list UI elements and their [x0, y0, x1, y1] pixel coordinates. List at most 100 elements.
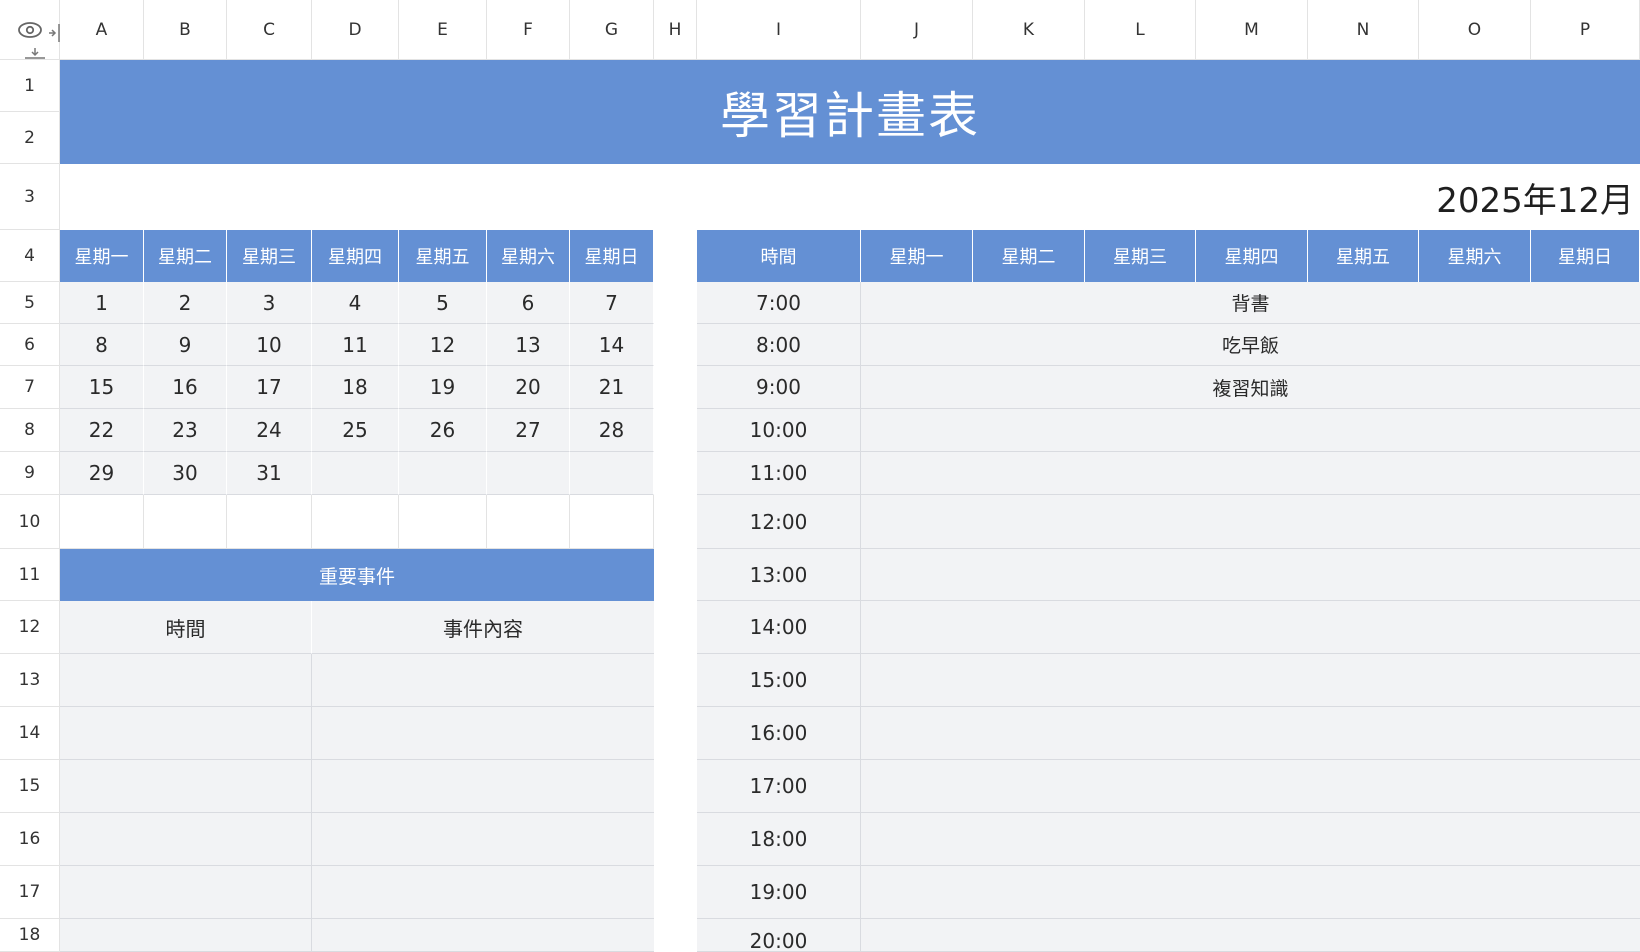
calendar-day-cell[interactable]: 3 — [227, 282, 312, 324]
column-header-h[interactable]: H — [654, 0, 697, 60]
schedule-activity-cell[interactable]: 複習知識 — [861, 366, 1640, 409]
calendar-day-cell[interactable]: 6 — [487, 282, 570, 324]
column-header-p[interactable]: P — [1531, 0, 1640, 60]
row-header-3[interactable]: 3 — [0, 164, 60, 230]
events-content-cell[interactable] — [312, 919, 654, 952]
column-header-i[interactable]: I — [697, 0, 861, 60]
schedule-weekday-header[interactable]: 星期四 — [1196, 230, 1308, 282]
calendar-day-cell[interactable]: 12 — [399, 324, 487, 366]
schedule-activity-cell[interactable] — [861, 813, 1640, 866]
schedule-time-cell[interactable]: 11:00 — [697, 452, 861, 495]
calendar-blank-cell[interactable] — [60, 495, 144, 549]
schedule-time-cell[interactable]: 19:00 — [697, 866, 861, 919]
calendar-blank-cell[interactable] — [570, 495, 654, 549]
schedule-time-cell[interactable]: 12:00 — [697, 495, 861, 549]
schedule-activity-cell[interactable] — [861, 760, 1640, 813]
row-header-1[interactable]: 1 — [0, 60, 60, 112]
row-header-18[interactable]: 18 — [0, 919, 60, 952]
schedule-time-cell[interactable]: 18:00 — [697, 813, 861, 866]
schedule-time-header[interactable]: 時間 — [697, 230, 861, 282]
column-header-f[interactable]: F — [487, 0, 570, 60]
calendar-day-cell[interactable] — [487, 452, 570, 495]
events-title[interactable]: 重要事件 — [60, 549, 654, 601]
schedule-activity-cell[interactable] — [861, 495, 1640, 549]
schedule-time-cell[interactable]: 16:00 — [697, 707, 861, 760]
events-time-header[interactable]: 時間 — [60, 601, 312, 654]
calendar-day-cell[interactable]: 15 — [60, 366, 144, 409]
schedule-activity-cell[interactable] — [861, 601, 1640, 654]
schedule-time-cell[interactable]: 8:00 — [697, 324, 861, 366]
column-header-e[interactable]: E — [399, 0, 487, 60]
calendar-day-cell[interactable]: 4 — [312, 282, 399, 324]
calendar-day-cell[interactable]: 30 — [144, 452, 227, 495]
calendar-day-cell[interactable]: 8 — [60, 324, 144, 366]
events-content-cell[interactable] — [312, 760, 654, 813]
calendar-weekday-header[interactable]: 星期三 — [227, 230, 312, 282]
calendar-day-cell[interactable]: 23 — [144, 409, 227, 452]
row-header-12[interactable]: 12 — [0, 601, 60, 654]
calendar-blank-cell[interactable] — [312, 495, 399, 549]
events-time-cell[interactable] — [60, 866, 312, 919]
schedule-time-cell[interactable]: 15:00 — [697, 654, 861, 707]
calendar-day-cell[interactable]: 14 — [570, 324, 654, 366]
schedule-activity-cell[interactable] — [861, 866, 1640, 919]
calendar-day-cell[interactable]: 9 — [144, 324, 227, 366]
calendar-day-cell[interactable]: 1 — [60, 282, 144, 324]
calendar-day-cell[interactable]: 25 — [312, 409, 399, 452]
calendar-day-cell[interactable] — [312, 452, 399, 495]
row-header-9[interactable]: 9 — [0, 452, 60, 495]
calendar-blank-cell[interactable] — [144, 495, 227, 549]
calendar-weekday-header[interactable]: 星期五 — [399, 230, 487, 282]
events-time-cell[interactable] — [60, 813, 312, 866]
row-header-16[interactable]: 16 — [0, 813, 60, 866]
schedule-time-cell[interactable]: 10:00 — [697, 409, 861, 452]
calendar-day-cell[interactable]: 24 — [227, 409, 312, 452]
row-header-5[interactable]: 5 — [0, 282, 60, 324]
calendar-day-cell[interactable]: 17 — [227, 366, 312, 409]
calendar-day-cell[interactable]: 22 — [60, 409, 144, 452]
schedule-activity-cell[interactable] — [861, 409, 1640, 452]
eye-icon[interactable] — [16, 20, 44, 40]
schedule-time-cell[interactable]: 20:00 — [697, 919, 861, 952]
schedule-weekday-header[interactable]: 星期六 — [1419, 230, 1531, 282]
calendar-day-cell[interactable]: 16 — [144, 366, 227, 409]
row-header-8[interactable]: 8 — [0, 409, 60, 452]
calendar-day-cell[interactable]: 20 — [487, 366, 570, 409]
calendar-day-cell[interactable]: 11 — [312, 324, 399, 366]
schedule-weekday-header[interactable]: 星期五 — [1308, 230, 1419, 282]
schedule-activity-cell[interactable] — [861, 452, 1640, 495]
calendar-weekday-header[interactable]: 星期六 — [487, 230, 570, 282]
column-header-n[interactable]: N — [1308, 0, 1419, 60]
calendar-day-cell[interactable]: 26 — [399, 409, 487, 452]
row-header-13[interactable]: 13 — [0, 654, 60, 707]
row-header-2[interactable]: 2 — [0, 112, 60, 164]
row-header-10[interactable]: 10 — [0, 495, 60, 549]
calendar-day-cell[interactable]: 10 — [227, 324, 312, 366]
row-header-6[interactable]: 6 — [0, 324, 60, 366]
events-content-cell[interactable] — [312, 654, 654, 707]
calendar-blank-cell[interactable] — [227, 495, 312, 549]
schedule-time-cell[interactable]: 14:00 — [697, 601, 861, 654]
calendar-day-cell[interactable]: 21 — [570, 366, 654, 409]
calendar-day-cell[interactable]: 5 — [399, 282, 487, 324]
calendar-day-cell[interactable]: 13 — [487, 324, 570, 366]
events-time-cell[interactable] — [60, 760, 312, 813]
schedule-activity-cell[interactable]: 背書 — [861, 282, 1640, 324]
row-header-4[interactable]: 4 — [0, 230, 60, 282]
calendar-day-cell[interactable]: 28 — [570, 409, 654, 452]
calendar-weekday-header[interactable]: 星期一 — [60, 230, 144, 282]
events-content-cell[interactable] — [312, 813, 654, 866]
schedule-weekday-header[interactable]: 星期二 — [973, 230, 1085, 282]
events-time-cell[interactable] — [60, 654, 312, 707]
column-header-j[interactable]: J — [861, 0, 973, 60]
events-content-cell[interactable] — [312, 866, 654, 919]
schedule-time-cell[interactable]: 17:00 — [697, 760, 861, 813]
schedule-weekday-header[interactable]: 星期日 — [1531, 230, 1640, 282]
row-header-11[interactable]: 11 — [0, 549, 60, 601]
events-content-cell[interactable] — [312, 707, 654, 760]
schedule-activity-cell[interactable] — [861, 919, 1640, 952]
calendar-day-cell[interactable] — [399, 452, 487, 495]
calendar-day-cell[interactable]: 18 — [312, 366, 399, 409]
column-header-l[interactable]: L — [1085, 0, 1196, 60]
spreadsheet[interactable]: A B C D E F G H I J K L M N O P 1 2 3 4 5 6 7 8 9 10 11 12 13 14 15 16 1… — [0, 0, 1640, 952]
